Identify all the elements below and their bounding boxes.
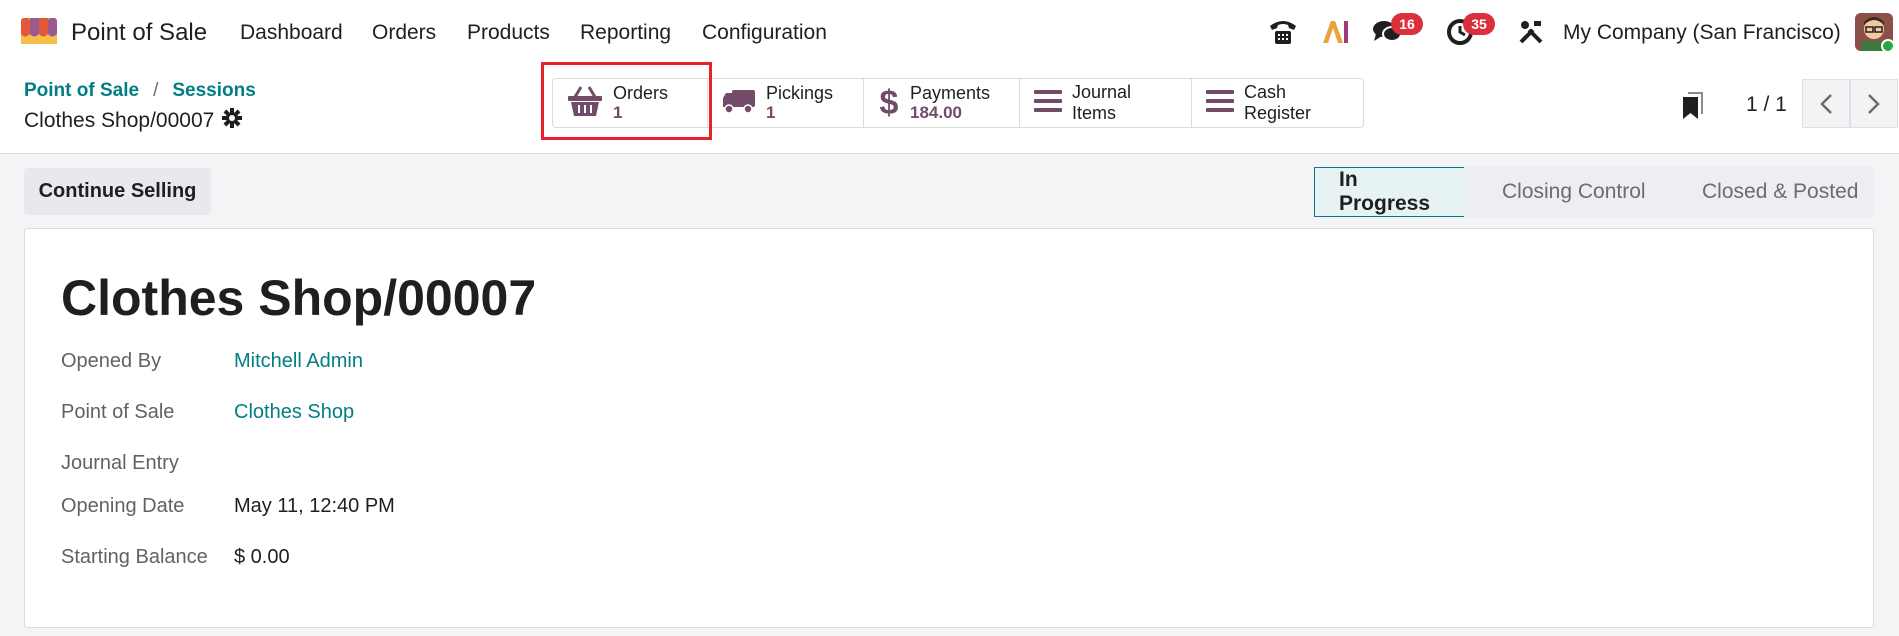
stage-closing-control[interactable]: Closing Control	[1464, 167, 1664, 217]
payments-smart-button[interactable]: $ Payments 184.00	[864, 79, 1020, 127]
menu-dashboard[interactable]: Dashboard	[240, 21, 343, 45]
cash-register-label: Cash Register	[1244, 82, 1312, 123]
list-icon	[1034, 89, 1062, 118]
pager-next-button[interactable]	[1850, 79, 1898, 128]
bookmark-icon[interactable]	[1681, 92, 1705, 125]
menu-orders[interactable]: Orders	[372, 21, 436, 45]
pickings-label: Pickings	[766, 83, 834, 103]
pos-app-icon[interactable]	[19, 16, 59, 46]
menu-reporting[interactable]: Reporting	[580, 21, 671, 45]
stage-closing-control-label: Closing Control	[1502, 180, 1646, 203]
orders-highlight-box	[541, 62, 712, 140]
payments-label: Payments	[910, 83, 991, 103]
truck-icon	[722, 88, 756, 119]
journal-items-label: Journal Items	[1072, 82, 1132, 123]
stage-closed-posted-label: Closed & Posted	[1702, 180, 1859, 203]
form-sheet: Clothes Shop/00007 Opened By Mitchell Ad…	[24, 228, 1874, 628]
activity-badge: 35	[1463, 13, 1495, 35]
menu-configuration[interactable]: Configuration	[702, 21, 827, 45]
breadcrumb-point-of-sale[interactable]: Point of Sale	[24, 80, 139, 102]
pickings-count: 1	[766, 103, 776, 122]
menu-products[interactable]: Products	[467, 21, 550, 45]
current-record-name: Clothes Shop/00007	[24, 109, 215, 132]
pager-value[interactable]: 1 / 1	[1746, 93, 1787, 117]
stage-in-progress[interactable]: In Progress	[1314, 167, 1464, 217]
journal-items-smart-button[interactable]: Journal Items	[1020, 79, 1192, 127]
gear-icon[interactable]	[222, 108, 243, 134]
cash-register-smart-button[interactable]: Cash Register	[1192, 79, 1363, 127]
dollar-icon: $	[879, 83, 899, 122]
app-name[interactable]: Point of Sale	[71, 19, 207, 47]
starting-balance-value: $ 0.00	[234, 546, 290, 568]
point-of-sale-value[interactable]: Clothes Shop	[234, 401, 354, 424]
opening-date-label: Opening Date	[61, 495, 185, 517]
chevron-right-icon	[1868, 93, 1880, 114]
breadcrumb-current: Clothes Shop/00007	[24, 108, 243, 134]
pager-previous-button[interactable]	[1802, 79, 1850, 128]
pickings-smart-button[interactable]: Pickings 1	[708, 79, 864, 127]
stage-in-progress-label: In Progress	[1339, 168, 1431, 215]
chat-badge: 16	[1391, 13, 1423, 35]
pager-buttons	[1802, 79, 1898, 128]
stage-closed-posted[interactable]: Closed & Posted	[1664, 167, 1874, 217]
opened-by-value[interactable]: Mitchell Admin	[234, 350, 363, 373]
point-of-sale-label: Point of Sale	[61, 401, 175, 423]
user-avatar[interactable]	[1855, 13, 1893, 51]
phone-icon[interactable]	[1267, 16, 1299, 48]
starting-balance-label: Starting Balance	[61, 546, 208, 568]
ai-icon[interactable]	[1319, 16, 1351, 48]
tools-icon[interactable]	[1515, 16, 1547, 48]
breadcrumb-sessions[interactable]: Sessions	[172, 80, 255, 102]
list-icon	[1206, 89, 1234, 118]
opening-date-value: May 11, 12:40 PM	[234, 495, 395, 517]
breadcrumb: Point of Sale / Sessions	[24, 80, 256, 102]
continue-selling-button[interactable]: Continue Selling	[24, 168, 211, 215]
payments-amount: 184.00	[910, 103, 962, 122]
control-panel: Point of Sale / Sessions Clothes Shop/00…	[0, 66, 1899, 154]
record-title: Clothes Shop/00007	[61, 270, 537, 326]
company-switcher[interactable]: My Company (San Francisco)	[1563, 21, 1841, 45]
chevron-left-icon	[1820, 93, 1832, 114]
top-navbar: Point of Sale Dashboard Orders Products …	[0, 0, 1899, 66]
online-status-dot	[1881, 39, 1893, 51]
breadcrumb-separator: /	[153, 80, 159, 101]
status-bar: In Progress Closing Control Closed & Pos…	[1314, 167, 1874, 217]
journal-entry-label: Journal Entry	[61, 452, 179, 474]
opened-by-label: Opened By	[61, 350, 162, 372]
